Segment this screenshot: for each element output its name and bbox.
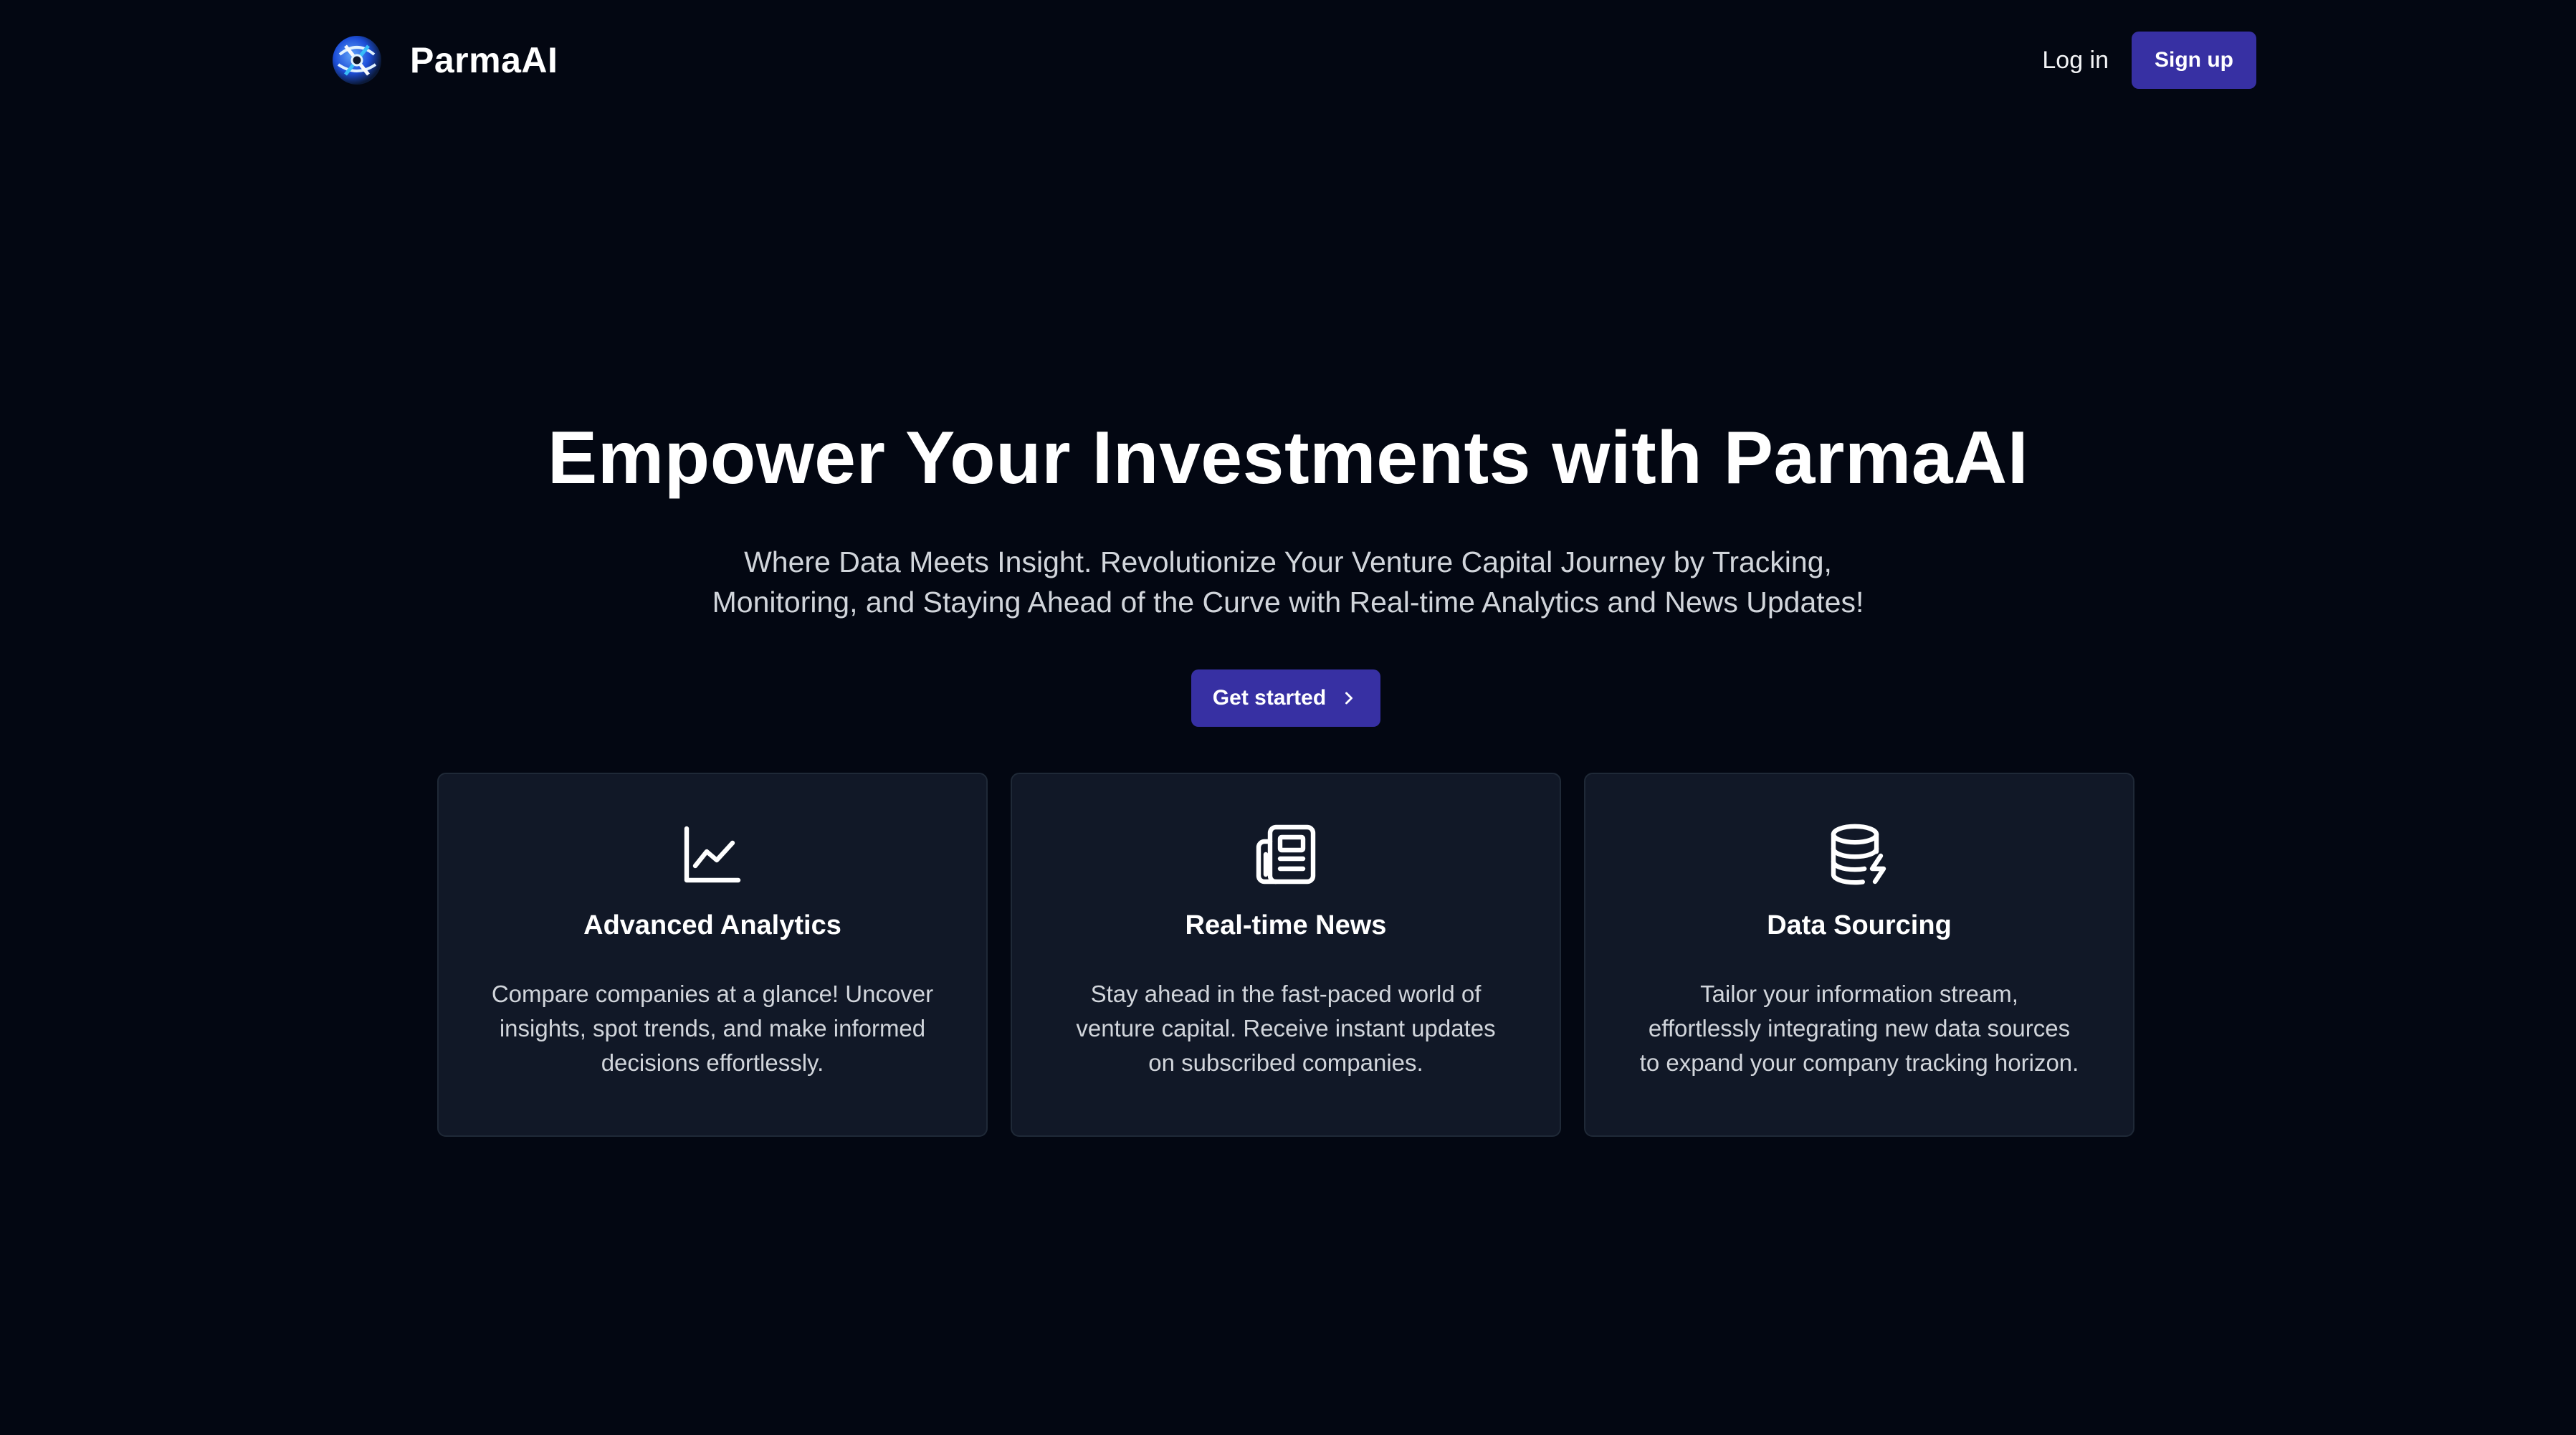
login-link[interactable]: Log in xyxy=(2042,47,2109,75)
feature-title: Real-time News xyxy=(1185,910,1387,940)
top-navbar: ParmaAI Log in Sign up xyxy=(330,29,2256,92)
landing-page: ParmaAI Log in Sign up Empower Your Inve… xyxy=(0,0,2576,1435)
feature-desc-line: on subscribed companies. xyxy=(1148,1049,1423,1076)
feature-description: Tailor your information stream, effortle… xyxy=(1640,977,2079,1080)
feature-desc-line: effortlessly integrating new data source… xyxy=(1648,1015,2071,1041)
feature-title: Data Sourcing xyxy=(1767,910,1952,940)
feature-description: Compare companies at a glance! Uncover i… xyxy=(492,977,933,1080)
hero-title: Empower Your Investments with ParmaAI xyxy=(547,416,2029,500)
feature-desc-line: decisions effortlessly. xyxy=(601,1049,824,1076)
hero-subtitle: Where Data Meets Insight. Revolutionize … xyxy=(645,542,1931,622)
feature-card-news: Real-time News Stay ahead in the fast-pa… xyxy=(1011,773,1561,1137)
feature-desc-line: venture capital. Receive instant updates xyxy=(1076,1015,1496,1041)
feature-desc-line: Compare companies at a glance! Uncover xyxy=(491,981,934,1007)
parma-logo-icon xyxy=(333,36,381,85)
features-section: Advanced Analytics Compare companies at … xyxy=(437,773,2134,1137)
feature-desc-line: insights, spot trends, and make informed xyxy=(499,1015,926,1041)
get-started-button[interactable]: Get started xyxy=(1191,669,1380,727)
get-started-label: Get started xyxy=(1212,686,1327,710)
newspaper-icon xyxy=(1256,824,1316,885)
feature-desc-line: Stay ahead in the fast-paced world of xyxy=(1090,981,1482,1007)
feature-desc-line: to expand your company tracking horizon. xyxy=(1639,1049,2079,1076)
hero-subtitle-line-2: Monitoring, and Staying Ahead of the Cur… xyxy=(712,586,1864,619)
feature-card-data-sourcing: Data Sourcing Tailor your information st… xyxy=(1584,773,2134,1137)
chevron-right-icon xyxy=(1345,692,1353,705)
nav-actions: Log in Sign up xyxy=(2042,32,2256,89)
feature-title: Advanced Analytics xyxy=(583,910,841,940)
brand[interactable]: ParmaAI xyxy=(330,33,558,87)
brand-name: ParmaAI xyxy=(410,40,558,80)
feature-description: Stay ahead in the fast-paced world of ve… xyxy=(1076,977,1495,1080)
database-bolt-icon xyxy=(1831,824,1886,885)
feature-card-analytics: Advanced Analytics Compare companies at … xyxy=(437,773,988,1137)
chart-line-icon xyxy=(684,826,741,883)
feature-desc-line: Tailor your information stream, xyxy=(1700,981,2018,1007)
signup-button[interactable]: Sign up xyxy=(2132,32,2256,89)
hero-subtitle-line-1: Where Data Meets Insight. Revolutionize … xyxy=(744,545,1832,578)
